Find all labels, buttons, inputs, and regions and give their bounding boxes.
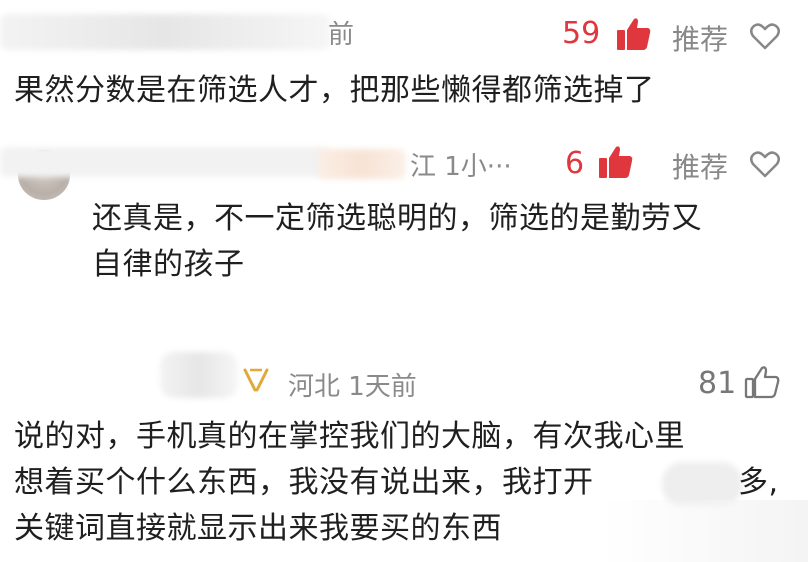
heart-outline-icon[interactable] bbox=[750, 22, 780, 50]
comment-time: 前 bbox=[328, 20, 355, 50]
thumbs-up-filled-icon[interactable] bbox=[616, 17, 652, 51]
redacted-username bbox=[0, 147, 330, 177]
like-count: 59 bbox=[562, 16, 601, 51]
redacted-badge bbox=[318, 149, 406, 179]
like-count: 6 bbox=[565, 146, 585, 181]
comment-text-line-3: 关键词直接就显示出来我要买的东西 bbox=[14, 511, 502, 546]
recommend-label[interactable]: 推荐 bbox=[672, 146, 728, 186]
user-badge-icon bbox=[243, 368, 269, 392]
comment-text-line-2a: 想着买个什么东西，我没有说出来，我打开 bbox=[14, 465, 594, 500]
comment-text-line-1: 说的对，手机真的在掌控我们的大脑，有次我心里 bbox=[14, 419, 685, 454]
recommend-label[interactable]: 推荐 bbox=[672, 18, 728, 58]
comment-location-time: 江 1小··· bbox=[410, 152, 512, 182]
thumbs-up-outline-icon[interactable] bbox=[744, 365, 780, 399]
comment-location-time: 河北 1天前 bbox=[288, 372, 417, 402]
thumbs-up-filled-icon[interactable] bbox=[598, 145, 634, 179]
heart-outline-icon[interactable] bbox=[750, 150, 780, 178]
like-count: 81 bbox=[698, 366, 737, 401]
fade-overlay bbox=[600, 500, 808, 562]
redacted-username bbox=[160, 352, 238, 398]
comment-text-line-2: 自律的孩子 bbox=[92, 247, 245, 282]
comment-text-line-1: 还真是，不一定筛选聪明的，筛选的是勤劳又 bbox=[92, 201, 702, 236]
comment-text: 果然分数是在筛选人才，把那些懒得都筛选掉了 bbox=[14, 73, 655, 108]
redacted-username bbox=[0, 14, 330, 50]
